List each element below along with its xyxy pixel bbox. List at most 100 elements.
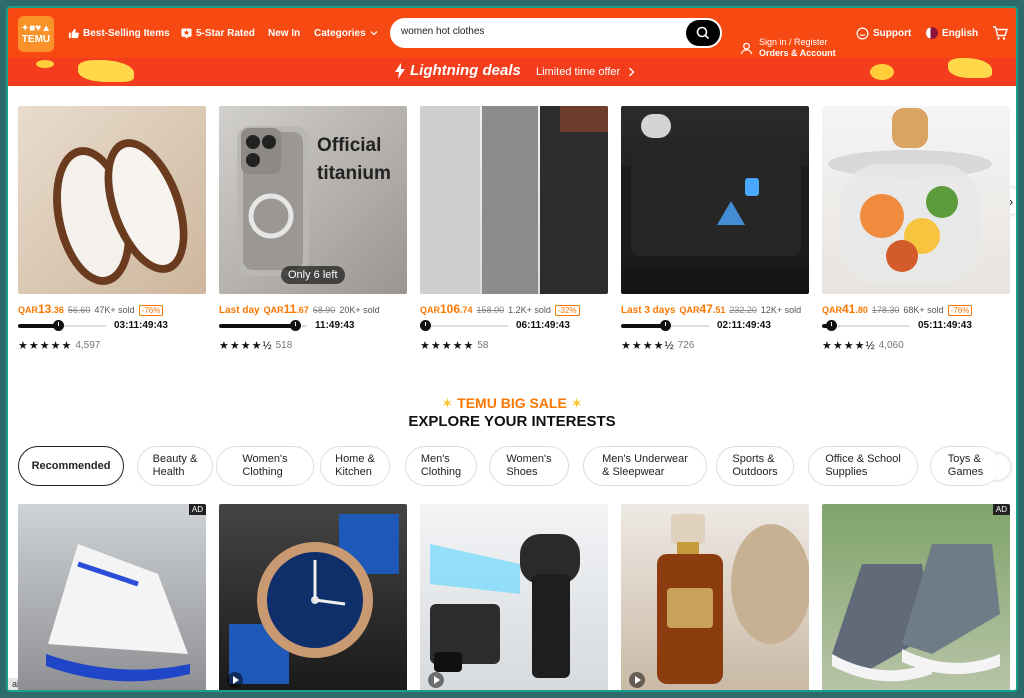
lightning-deals-banner[interactable]: Lightning deals Limited time offer: [8, 58, 1016, 86]
currency: QAR: [822, 305, 842, 315]
cart-button[interactable]: [992, 8, 1008, 58]
play-video-icon[interactable]: [428, 672, 444, 688]
user-icon: [740, 42, 753, 54]
deal-product-card[interactable]: Official titanium Only 6 left Last day QAR1…: [219, 106, 407, 352]
price-row: Last day QAR11.67 68.90 20K+ sold: [219, 302, 380, 316]
chevron-down-icon: [370, 31, 378, 36]
category-chip[interactable]: Men's Underwear & Sleepwear: [583, 446, 707, 486]
deal-product-card[interactable]: QAR41.80 178.30 68K+ sold -76% 05:11:49:43 ★★…: [822, 106, 1010, 352]
big-sale-title: ✶ TEMU BIG SALE ✶: [8, 395, 1016, 412]
deal-deadline-label: Last day: [219, 305, 260, 316]
rating-row: ★★★★½ 4,060: [822, 339, 904, 352]
category-chip[interactable]: Sports & Outdoors: [716, 446, 794, 486]
product-image[interactable]: [621, 504, 809, 690]
product-image[interactable]: AD: [822, 504, 1010, 690]
product-image[interactable]: [621, 106, 809, 294]
play-video-icon[interactable]: [227, 672, 243, 688]
price-decimal: .36: [51, 305, 64, 315]
grid-product-card[interactable]: AD: [18, 504, 206, 690]
product-overlay-title: Official titanium: [317, 135, 391, 184]
product-image[interactable]: [420, 106, 608, 294]
price: QAR13.36: [18, 302, 64, 316]
discount-badge: -32%: [554, 305, 580, 316]
nav-five-star-label: 5-Star Rated: [196, 27, 255, 39]
progress-fill: [18, 324, 58, 328]
logo-text: TEMU: [21, 34, 51, 45]
stock-badge: Only 6 left: [281, 266, 345, 284]
grid-product-card[interactable]: [621, 504, 809, 690]
rating-row: ★★★★½ 518: [219, 339, 292, 352]
browser-viewport: ✦■♥▲ TEMU Best-Selling Items 5-Star Rate…: [6, 6, 1018, 692]
product-image[interactable]: AD: [18, 504, 206, 690]
logo-glyphs: ✦■♥▲: [20, 23, 52, 34]
product-image[interactable]: [219, 504, 407, 690]
grid-product-card[interactable]: [219, 504, 407, 690]
product-image[interactable]: Official titanium Only 6 left: [219, 106, 407, 294]
deal-product-card[interactable]: QAR13.36 56.60 47K+ sold -76% 03:11:49:43 ★★★…: [18, 106, 206, 352]
account-orders-label: Orders & Account: [759, 48, 836, 58]
grid-product-card[interactable]: [420, 504, 608, 690]
nav-categories[interactable]: Categories: [314, 8, 378, 58]
temu-logo[interactable]: ✦■♥▲ TEMU: [18, 16, 54, 52]
original-price: 56.60: [67, 305, 91, 315]
deal-product-card[interactable]: QAR106.74 158.00 1.2K+ sold -32% 06:11:49:43…: [420, 106, 608, 352]
countdown-row: 02:11:49:43: [621, 320, 809, 332]
category-chip[interactable]: Home & Kitchen: [320, 446, 390, 486]
ad-badge: AD: [992, 504, 1010, 515]
chevron-right-icon: [629, 67, 635, 77]
big-sale-label: TEMU BIG SALE: [457, 395, 567, 411]
deal-product-card[interactable]: Last 3 days QAR47.51 232.20 12K+ sold 02:11:…: [621, 106, 809, 352]
category-chip[interactable]: Beauty & Health: [137, 446, 213, 486]
product-image[interactable]: [420, 504, 608, 690]
ad-badge: AD: [188, 504, 206, 515]
search-button[interactable]: [686, 20, 720, 46]
language-selector[interactable]: English: [926, 8, 978, 58]
nav-best-selling[interactable]: Best-Selling Items: [68, 8, 170, 58]
category-chip[interactable]: Women's Clothing: [216, 446, 314, 486]
review-count: 518: [275, 340, 293, 351]
clock-icon: [660, 320, 671, 331]
top-header: ✦■♥▲ TEMU Best-Selling Items 5-Star Rate…: [8, 8, 1016, 58]
product-image[interactable]: [822, 106, 1010, 294]
original-price: 158.00: [476, 305, 505, 315]
category-chip[interactable]: Women's Shoes: [489, 446, 569, 486]
price: QAR47.51: [679, 302, 725, 316]
nav-new-in[interactable]: New In: [268, 8, 300, 58]
category-chip[interactable]: Men's Clothing: [405, 446, 477, 486]
play-video-icon[interactable]: [629, 672, 645, 688]
rating-row: ★★★★½ 726: [621, 339, 694, 352]
sold-count: 20K+ sold: [339, 305, 380, 315]
category-chip[interactable]: Toys & Games: [930, 446, 1000, 486]
category-chip[interactable]: Office & School Supplies: [808, 446, 918, 486]
progress-fill: [621, 324, 665, 328]
clock-icon: [420, 320, 431, 331]
progress-track: [420, 325, 508, 327]
discount-badge: -76%: [138, 305, 164, 316]
clock-icon: [290, 320, 301, 331]
clock-icon: [826, 320, 837, 331]
lightning-icon: [395, 63, 405, 79]
price-integer: 11: [283, 302, 297, 316]
price-decimal: .51: [712, 305, 726, 315]
star-badge-icon: [181, 27, 192, 39]
thumbs-up-icon: [68, 28, 79, 38]
search-icon: [696, 26, 710, 40]
price-integer: 41: [842, 302, 856, 316]
price-integer: 47: [699, 302, 713, 316]
price: QAR106.74: [420, 302, 473, 316]
wave-decoration: [78, 60, 134, 82]
search-input[interactable]: [401, 26, 671, 37]
support-link[interactable]: Support: [856, 8, 911, 58]
coin-decoration: [36, 60, 54, 68]
category-chip[interactable]: Recommended: [18, 446, 124, 486]
price-integer: 13: [38, 302, 52, 316]
price-row: QAR13.36 56.60 47K+ sold -76%: [18, 302, 164, 316]
rating-row: ★★★★★ 58: [420, 339, 488, 352]
support-icon: [856, 27, 869, 39]
review-count: 4,060: [878, 340, 904, 351]
progress-fill: [219, 324, 295, 328]
currency: QAR: [263, 305, 284, 315]
nav-five-star[interactable]: 5-Star Rated: [181, 8, 255, 58]
product-image[interactable]: [18, 106, 206, 294]
grid-product-card[interactable]: AD: [822, 504, 1010, 690]
